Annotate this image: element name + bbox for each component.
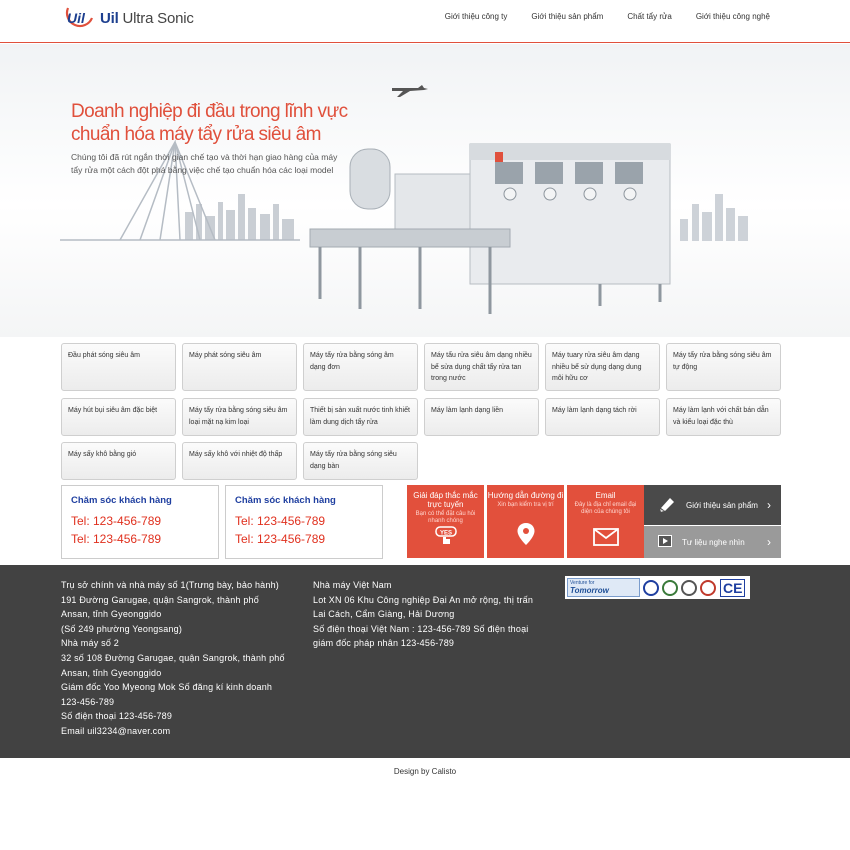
chevron-right-icon: › <box>767 535 771 549</box>
customer-care-title: Chăm sóc khách hàng <box>71 495 172 506</box>
category-tile[interactable]: Máy tuary rửa siêu âm dạng nhiều bể sử d… <box>545 343 660 391</box>
play-icon <box>658 535 672 549</box>
hero-illustration <box>60 85 748 314</box>
category-tile[interactable]: Máy tẩu rửa siêu âm dạng nhiều bể sửa dụ… <box>424 343 539 391</box>
site-footer: Trụ sở chính và nhà máy số 1(Trưng bày, … <box>0 565 850 758</box>
footer-address-vietnam: Nhà máy Việt Nam Lot XN 06 Khu Công nghi… <box>313 580 534 649</box>
category-tile[interactable]: Máy phát sóng siêu âm <box>182 343 297 391</box>
category-tile[interactable]: Máy tẩy rửa bằng sóng siêu âm loại mặt n… <box>182 398 297 436</box>
category-tile[interactable]: Máy hút bụi siêu âm đặc biệt <box>61 398 176 436</box>
certification-badges: Venture for Tomorrow CE <box>565 576 750 599</box>
customer-care-box: Chăm sóc khách hàng Tel: 123-456-789 Tel… <box>61 485 219 559</box>
logo[interactable]: Uil Uil Ultra Sonic <box>62 4 194 32</box>
phone-number[interactable]: Tel: 123-456-789 <box>71 530 209 548</box>
customer-care-title: Chăm sóc khách hàng <box>235 495 336 506</box>
main-nav: Giới thiệu công ty Giới thiệu sản phẩm C… <box>421 12 770 21</box>
venture-for-tomorrow-badge: Venture for Tomorrow <box>567 578 640 597</box>
logo-mark-icon: Uil <box>62 5 98 31</box>
category-tile[interactable]: Máy làm lạnh với chất bán dẫn và kiểu lo… <box>666 398 781 436</box>
category-tile[interactable]: Thiết bị sản xuất nước tinh khiết làm du… <box>303 398 418 436</box>
category-tile[interactable]: Máy tẩy rửa bằng sóng âm dạng đơn <box>303 343 418 391</box>
email-button[interactable]: Email Đây là địa chỉ email đại diện của … <box>567 485 644 558</box>
directions-button[interactable]: Hướng dẫn đường đi Xin bạn kiểm tra vị t… <box>487 485 564 558</box>
quality-seal-icon <box>662 579 678 596</box>
iso-seal-icon <box>643 579 659 596</box>
category-tile[interactable]: Máy tẩy rửa bằng sóng siêu âm tự động <box>666 343 781 391</box>
category-tile[interactable]: Máy sấy khô bằng gió <box>61 442 176 480</box>
ce-mark: CE <box>720 578 746 597</box>
nav-products[interactable]: Giới thiệu sản phẩm <box>531 12 603 21</box>
category-tile[interactable]: Đầu phát sóng siêu âm <box>61 343 176 391</box>
nav-technology[interactable]: Giới thiệu công nghệ <box>696 12 770 21</box>
site-header: Uil Uil Ultra Sonic Giới thiệu công ty G… <box>0 0 850 43</box>
media-library-button[interactable]: Tư liệu nghe nhìn › <box>644 526 781 558</box>
footer-address-korea: Trụ sở chính và nhà máy số 1(Trưng bày, … <box>61 580 285 736</box>
nav-company[interactable]: Giới thiệu công ty <box>445 12 508 21</box>
category-tile[interactable]: Máy làm lạnh dạng liền <box>424 398 539 436</box>
phone-number[interactable]: Tel: 123-456-789 <box>71 512 209 530</box>
svg-text:YES: YES <box>440 531 452 537</box>
yes-hand-icon: YES <box>434 526 458 551</box>
phone-number[interactable]: Tel: 123-456-789 <box>235 512 373 530</box>
category-tile[interactable]: Máy sấy khô với nhiệt độ thấp <box>182 442 297 480</box>
product-intro-button[interactable]: Giới thiệu sản phẩm › <box>644 485 781 525</box>
certification-seal-icon <box>700 579 716 596</box>
map-pin-icon <box>516 522 536 551</box>
brochure-icon <box>658 495 676 515</box>
hero-description: Chúng tôi đã rút ngắn thời gian chế tạo … <box>71 152 338 175</box>
envelope-icon <box>592 528 619 551</box>
category-tile[interactable]: Máy tẩy rửa bằng sóng siêu dạng bàn <box>303 442 418 480</box>
chevron-right-icon: › <box>767 498 771 512</box>
eye-seal-icon <box>681 579 697 596</box>
hero-banner: Doanh nghiệp đi đầu trong lĩnh vực chuẩn… <box>0 44 850 337</box>
design-credit: Design by Calisto <box>393 767 457 776</box>
customer-care-box: Chăm sóc khách hàng Tel: 123-456-789 Tel… <box>225 485 383 559</box>
nav-detergent[interactable]: Chất tẩy rửa <box>627 12 671 21</box>
phone-number[interactable]: Tel: 123-456-789 <box>235 530 373 548</box>
online-qa-button[interactable]: Giải đáp thắc mắc trực tuyến Bạn có thể … <box>407 485 484 558</box>
hero-title: Doanh nghiệp đi đầu trong lĩnh vực chuẩn… <box>71 101 348 145</box>
category-tile[interactable]: Máy làm lạnh dạng tách rời <box>545 398 660 436</box>
logo-text: Uil Ultra Sonic <box>100 9 194 27</box>
svg-text:Uil: Uil <box>67 10 86 26</box>
